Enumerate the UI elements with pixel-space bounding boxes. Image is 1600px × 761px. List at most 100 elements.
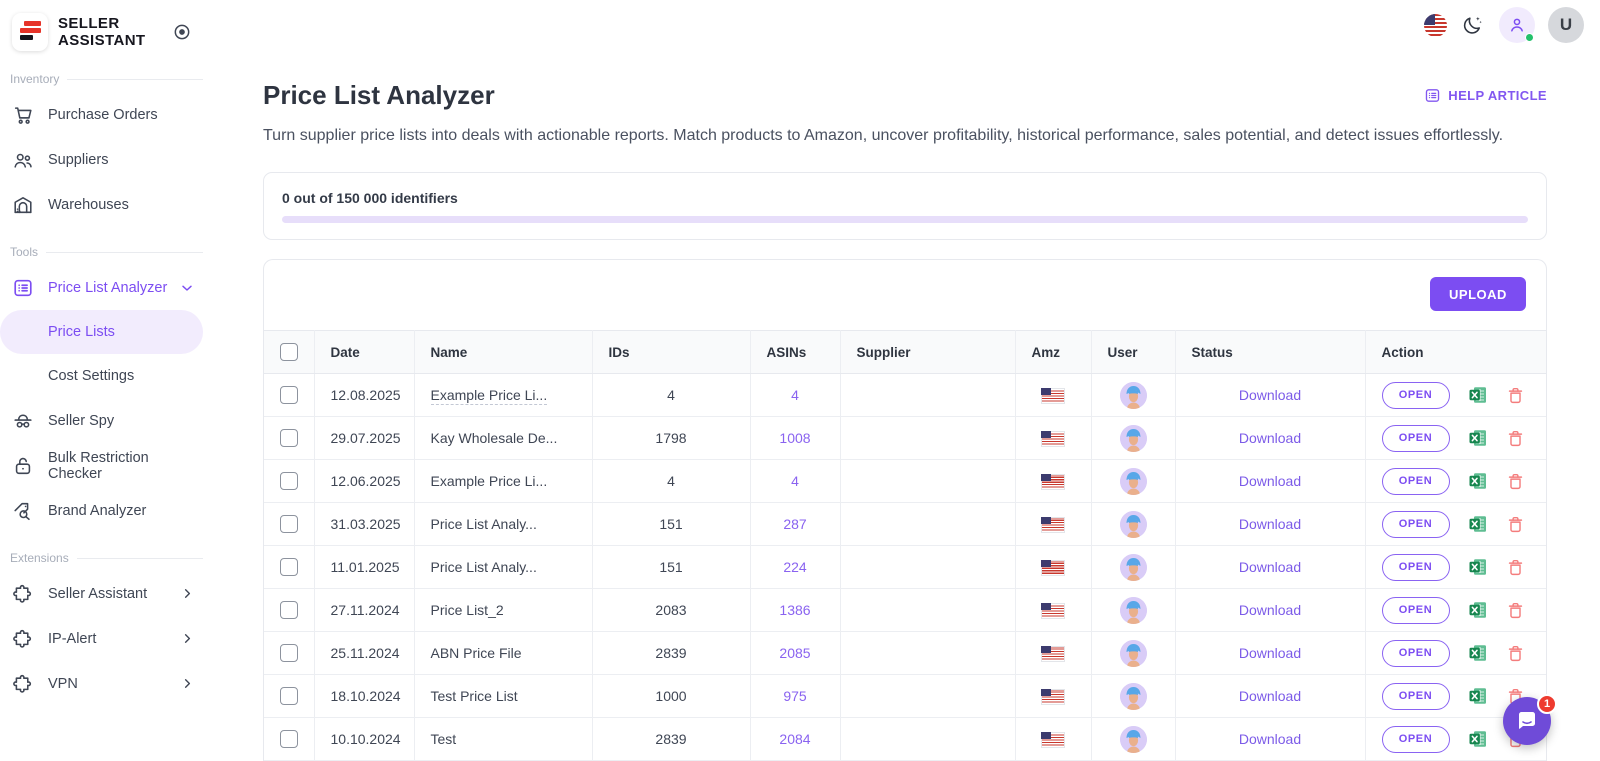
open-button[interactable]: OPEN bbox=[1381, 381, 1450, 409]
row-asins: 2085 bbox=[750, 631, 841, 675]
row-checkbox[interactable] bbox=[279, 472, 298, 491]
download-link[interactable]: Download bbox=[1239, 645, 1301, 661]
asins-link[interactable]: 1008 bbox=[779, 430, 810, 446]
download-link[interactable]: Download bbox=[1239, 387, 1301, 403]
upload-button[interactable]: UPLOAD bbox=[1430, 277, 1526, 311]
excel-export-icon[interactable] bbox=[1468, 385, 1488, 405]
row-action: OPEN bbox=[1365, 631, 1546, 675]
delete-icon[interactable] bbox=[1506, 515, 1525, 534]
download-link[interactable]: Download bbox=[1239, 688, 1301, 704]
sidebar-item-seller-spy[interactable]: Seller Spy bbox=[0, 398, 205, 443]
excel-export-icon[interactable] bbox=[1468, 686, 1488, 706]
download-link[interactable]: Download bbox=[1239, 430, 1301, 446]
sidebar-item-ip-alert[interactable]: IP-Alert bbox=[0, 616, 205, 661]
row-ids: 151 bbox=[592, 502, 751, 546]
asins-link[interactable]: 4 bbox=[791, 473, 799, 489]
asins-link[interactable]: 4 bbox=[791, 387, 799, 403]
brand-name: SELLER ASSISTANT bbox=[58, 15, 146, 49]
sidebar-item-label: Bulk Restriction Checker bbox=[48, 449, 149, 482]
chevron-right-icon bbox=[180, 676, 195, 691]
sidebar-item-price-lists[interactable]: Price Lists bbox=[0, 310, 203, 354]
sidebar-item-brand-analyzer[interactable]: Brand Analyzer bbox=[0, 488, 205, 533]
excel-export-icon[interactable] bbox=[1468, 600, 1488, 620]
delete-icon[interactable] bbox=[1506, 472, 1525, 491]
table-row: 18.10.2024 Test Price List 1000 975 Down… bbox=[264, 674, 1546, 718]
row-checkbox[interactable] bbox=[279, 558, 298, 577]
excel-export-icon[interactable] bbox=[1468, 514, 1488, 534]
table-row: 12.06.2025 Example Price Li... 4 4 Downl… bbox=[264, 459, 1546, 503]
user-avatar[interactable]: U bbox=[1548, 7, 1584, 43]
row-checkbox[interactable] bbox=[279, 644, 298, 663]
row-date: 27.11.2024 bbox=[314, 588, 415, 632]
dark-mode-toggle[interactable] bbox=[1460, 12, 1486, 38]
excel-export-icon[interactable] bbox=[1468, 643, 1488, 663]
sidebar-item-suppliers[interactable]: Suppliers bbox=[0, 137, 205, 182]
row-status: Download bbox=[1175, 502, 1366, 546]
row-checkbox[interactable] bbox=[279, 730, 298, 749]
sidebar-item-price-list-analyzer[interactable]: Price List Analyzer bbox=[0, 265, 205, 310]
delete-icon[interactable] bbox=[1506, 558, 1525, 577]
download-link[interactable]: Download bbox=[1239, 602, 1301, 618]
row-supplier bbox=[840, 545, 1016, 589]
sidebar-item-label: VPN bbox=[48, 675, 78, 692]
delete-icon[interactable] bbox=[1506, 429, 1525, 448]
sidebar-item-cost-settings[interactable]: Cost Settings bbox=[0, 354, 205, 398]
row-ids: 1798 bbox=[592, 416, 751, 460]
download-link[interactable]: Download bbox=[1239, 473, 1301, 489]
asins-link[interactable]: 975 bbox=[783, 688, 806, 704]
row-name: Price List Analy... bbox=[414, 545, 593, 589]
row-checkbox[interactable] bbox=[279, 386, 298, 405]
user-avatar-icon bbox=[1119, 424, 1147, 452]
open-button[interactable]: OPEN bbox=[1381, 725, 1450, 753]
sidebar-item-seller-assistant-extension[interactable]: Seller Assistant bbox=[0, 571, 205, 616]
row-checkbox[interactable] bbox=[279, 601, 298, 620]
asins-link[interactable]: 2084 bbox=[779, 731, 810, 747]
sidebar-collapse-toggle[interactable] bbox=[171, 21, 193, 43]
section-extensions: Extensions bbox=[0, 551, 205, 565]
col-name: Name bbox=[414, 330, 593, 374]
row-amz bbox=[1015, 373, 1092, 417]
open-button[interactable]: OPEN bbox=[1381, 467, 1450, 495]
open-button[interactable]: OPEN bbox=[1381, 510, 1450, 538]
open-button[interactable]: OPEN bbox=[1381, 639, 1450, 667]
open-button[interactable]: OPEN bbox=[1381, 596, 1450, 624]
row-ids: 2083 bbox=[592, 588, 751, 632]
user-avatar-icon bbox=[1119, 682, 1147, 710]
sidebar-item-vpn[interactable]: VPN bbox=[0, 661, 205, 706]
download-link[interactable]: Download bbox=[1239, 731, 1301, 747]
row-supplier bbox=[840, 588, 1016, 632]
help-article-link[interactable]: HELP ARTICLE bbox=[1424, 87, 1547, 104]
sidebar-item-purchase-orders[interactable]: Purchase Orders bbox=[0, 92, 205, 137]
user-avatar-icon bbox=[1119, 725, 1147, 753]
table-row: 12.08.2025 Example Price Li... 4 4 Downl… bbox=[264, 373, 1546, 417]
row-checkbox[interactable] bbox=[279, 515, 298, 534]
asins-link[interactable]: 2085 bbox=[779, 645, 810, 661]
row-checkbox[interactable] bbox=[279, 687, 298, 706]
excel-export-icon[interactable] bbox=[1468, 557, 1488, 577]
delete-icon[interactable] bbox=[1506, 644, 1525, 663]
delete-icon[interactable] bbox=[1506, 386, 1525, 405]
excel-export-icon[interactable] bbox=[1468, 471, 1488, 491]
open-button[interactable]: OPEN bbox=[1381, 553, 1450, 581]
asins-link[interactable]: 287 bbox=[783, 516, 806, 532]
excel-export-icon[interactable] bbox=[1468, 729, 1488, 749]
excel-export-icon[interactable] bbox=[1468, 428, 1488, 448]
row-date: 12.08.2025 bbox=[314, 373, 415, 417]
download-link[interactable]: Download bbox=[1239, 559, 1301, 575]
language-flag-icon[interactable] bbox=[1424, 13, 1447, 37]
asins-link[interactable]: 224 bbox=[783, 559, 806, 575]
asins-link[interactable]: 1386 bbox=[779, 602, 810, 618]
download-link[interactable]: Download bbox=[1239, 516, 1301, 532]
row-amz bbox=[1015, 416, 1092, 460]
select-all-checkbox[interactable] bbox=[279, 343, 298, 361]
sidebar-item-warehouses[interactable]: Warehouses bbox=[0, 182, 205, 227]
row-supplier bbox=[840, 373, 1016, 417]
account-button[interactable] bbox=[1499, 7, 1535, 43]
open-button[interactable]: OPEN bbox=[1381, 424, 1450, 452]
row-amz bbox=[1015, 545, 1092, 589]
row-checkbox[interactable] bbox=[279, 429, 298, 448]
delete-icon[interactable] bbox=[1506, 601, 1525, 620]
open-button[interactable]: OPEN bbox=[1381, 682, 1450, 710]
row-date: 29.07.2025 bbox=[314, 416, 415, 460]
sidebar-item-bulk-restriction-checker[interactable]: Bulk Restriction Checker bbox=[0, 443, 205, 488]
